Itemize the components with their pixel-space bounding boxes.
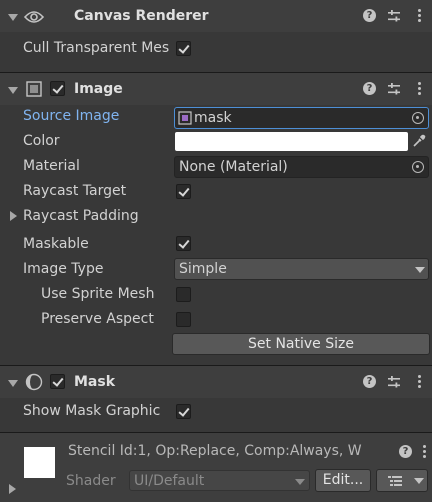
component-title: Image — [74, 81, 123, 97]
shader-value: UI/Default — [134, 473, 205, 489]
presets-icon[interactable] — [387, 375, 401, 389]
color-label: Color — [23, 133, 60, 149]
show-mask-graphic-label: Show Mask Graphic — [23, 403, 161, 419]
material-value: None (Material) — [179, 159, 288, 175]
component-title: Canvas Renderer — [74, 8, 209, 24]
cull-transparent-label: Cull Transparent Mes — [23, 40, 170, 56]
list-options-icon — [388, 476, 402, 486]
edit-shader-button[interactable]: Edit... — [315, 469, 371, 492]
show-mask-graphic-checkbox[interactable] — [176, 404, 191, 419]
kebab-menu-icon[interactable] — [418, 9, 422, 23]
source-image-value: mask — [194, 110, 232, 126]
image-component-icon — [26, 81, 42, 97]
source-image-label: Source Image — [23, 108, 120, 124]
kebab-menu-icon[interactable] — [423, 445, 427, 459]
source-image-field[interactable]: mask — [174, 107, 429, 129]
help-icon[interactable]: ? — [363, 375, 376, 388]
use-sprite-mesh-label: Use Sprite Mesh — [41, 286, 155, 302]
eye-icon — [24, 11, 44, 23]
image-type-dropdown[interactable]: Simple — [174, 258, 429, 280]
material-preview-swatch[interactable] — [24, 447, 55, 478]
maskable-label: Maskable — [23, 236, 89, 252]
image-header[interactable]: Image ? — [0, 73, 432, 105]
object-picker-icon[interactable] — [412, 161, 424, 173]
material-label: Material — [23, 158, 80, 174]
object-picker-icon[interactable] — [412, 112, 424, 124]
set-native-size-button[interactable]: Set Native Size — [172, 333, 430, 355]
raycast-target-checkbox[interactable] — [176, 184, 191, 199]
chevron-down-icon — [415, 267, 425, 273]
maskable-checkbox[interactable] — [176, 236, 191, 251]
kebab-menu-icon[interactable] — [418, 82, 422, 96]
preserve-aspect-label: Preserve Aspect — [41, 311, 154, 327]
canvas-renderer-header[interactable]: Canvas Renderer ? — [0, 0, 432, 32]
shader-label: Shader — [66, 473, 116, 489]
mask-header[interactable]: Mask ? — [0, 366, 432, 398]
foldout-arrow-icon[interactable] — [8, 380, 18, 387]
help-icon[interactable]: ? — [363, 82, 376, 95]
cull-transparent-checkbox[interactable] — [176, 41, 191, 56]
shader-dropdown[interactable]: UI/Default — [129, 470, 310, 491]
chevron-down-icon — [414, 478, 424, 484]
color-swatch[interactable] — [175, 132, 408, 151]
raycast-padding-foldout-icon[interactable] — [10, 211, 17, 221]
material-foldout-icon[interactable] — [9, 484, 16, 494]
chevron-down-icon — [295, 479, 305, 485]
mask-enabled-checkbox[interactable] — [50, 374, 65, 389]
eyedropper-icon[interactable] — [412, 134, 426, 148]
material-field[interactable]: None (Material) — [174, 156, 429, 178]
kebab-menu-icon[interactable] — [418, 375, 422, 389]
raycast-target-label: Raycast Target — [23, 183, 127, 199]
use-sprite-mesh-checkbox[interactable] — [176, 287, 191, 302]
sprite-icon — [178, 111, 192, 125]
stencil-info-text: Stencil Id:1, Op:Replace, Comp:Always, W — [68, 443, 362, 459]
component-title: Mask — [74, 374, 116, 390]
presets-icon[interactable] — [387, 9, 401, 23]
image-enabled-checkbox[interactable] — [50, 81, 65, 96]
preserve-aspect-checkbox[interactable] — [176, 312, 191, 327]
shader-options-button[interactable] — [376, 469, 428, 492]
raycast-padding-label[interactable]: Raycast Padding — [23, 208, 139, 224]
foldout-arrow-icon[interactable] — [8, 87, 18, 94]
help-icon[interactable]: ? — [399, 445, 412, 458]
foldout-arrow-icon[interactable] — [8, 14, 18, 21]
help-icon[interactable]: ? — [363, 9, 376, 22]
image-type-value: Simple — [179, 261, 227, 277]
image-type-label: Image Type — [23, 261, 104, 277]
material-preview-section: Stencil Id:1, Op:Replace, Comp:Always, W… — [0, 433, 432, 502]
presets-icon[interactable] — [387, 82, 401, 96]
mask-component-icon — [25, 373, 43, 391]
